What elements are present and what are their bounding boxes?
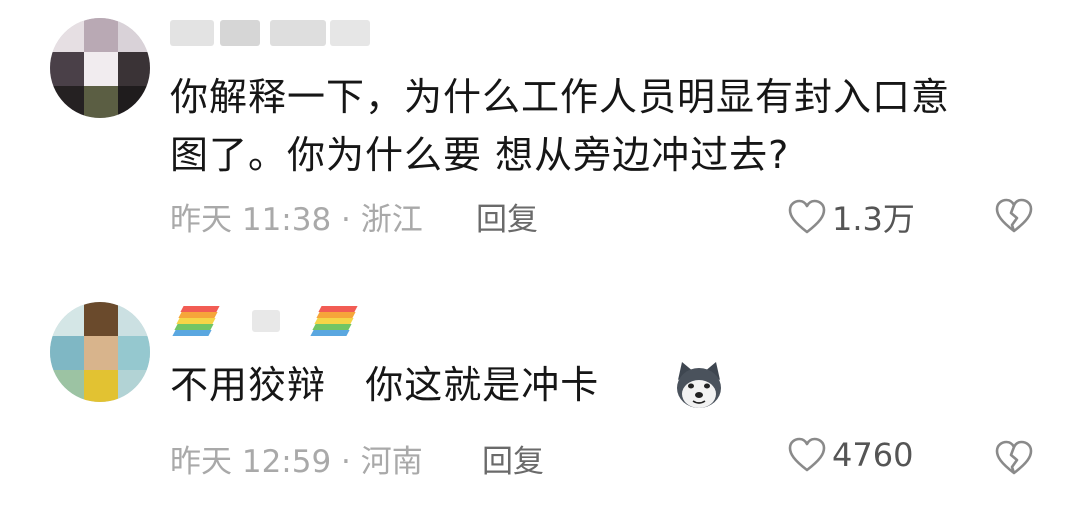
avatar[interactable] xyxy=(50,302,150,402)
heart-icon xyxy=(788,437,826,472)
avatar[interactable] xyxy=(50,18,150,118)
rainbow-emoji xyxy=(310,304,358,338)
reply-button[interactable]: 回复 xyxy=(476,194,538,239)
comment-text: 你解释一下，为什么工作人员明显有封入口意 图了。你为什么要 想从旁边冲过去? xyxy=(170,68,1040,184)
like-count: 1.3万 xyxy=(832,200,915,238)
comment-meta: 昨天 12:59 · 河南 xyxy=(170,444,423,480)
rainbow-emoji xyxy=(172,304,220,338)
comment-item: 你解释一下，为什么工作人员明显有封入口意 图了。你为什么要 想从旁边冲过去? 昨… xyxy=(0,0,1080,260)
like-button[interactable]: 4760 xyxy=(788,436,913,474)
reply-button[interactable]: 回复 xyxy=(482,436,544,481)
comment-text-line: 图了。你为什么要 想从旁边冲过去? xyxy=(170,133,790,177)
dislike-broken-heart-icon[interactable] xyxy=(994,440,1034,476)
comment-text-line: 你解释一下，为什么工作人员明显有封入口意 xyxy=(170,75,951,119)
comment-text-line: 不用狡辩 你这就是冲卡 xyxy=(170,363,600,407)
dislike-broken-heart-icon[interactable] xyxy=(994,198,1034,234)
heart-icon xyxy=(788,199,826,234)
comment-text: 不用狡辩 你这就是冲卡 xyxy=(170,356,599,414)
like-button[interactable]: 1.3万 xyxy=(788,194,915,240)
comment-meta: 昨天 11:38 · 浙江 xyxy=(170,202,423,238)
like-count: 4760 xyxy=(832,436,914,474)
husky-dog-emoji xyxy=(677,362,721,408)
comment-item: 不用狡辩 你这就是冲卡 昨天 12:59 · 河南 回复 4760 xyxy=(0,290,1080,506)
